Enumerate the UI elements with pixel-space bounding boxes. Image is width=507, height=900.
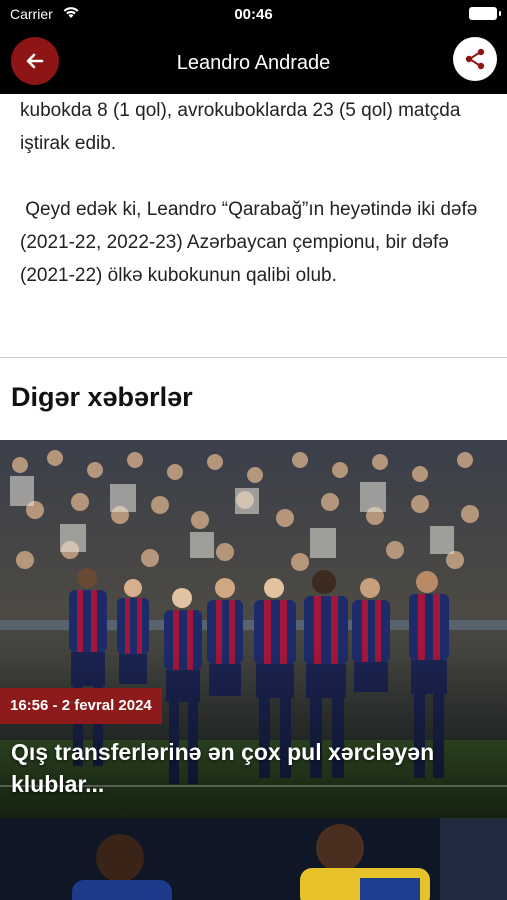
- battery-icon: [469, 7, 501, 20]
- article-paragraph: kubokda 8 (1 qol), avrokuboklarda 23 (5 …: [20, 100, 461, 154]
- news-date-badge: 16:56 - 2 fevral 2024: [0, 688, 162, 724]
- article-paragraph-text: Qeyd edək ki, Leandro “Qarabağ”ın heyəti…: [20, 199, 478, 286]
- share-button[interactable]: [453, 37, 497, 81]
- top-bar: Carrier 00:46 Leandro Andrade: [0, 0, 507, 94]
- section-title: Digər xəbərlər: [11, 382, 193, 412]
- news-photo: [0, 818, 507, 900]
- article-body: kubokda 8 (1 qol), avrokuboklarda 23 (5 …: [20, 94, 490, 292]
- news-headline[interactable]: Qış transferlərinə ən çox pul xərcləyən …: [11, 736, 481, 800]
- status-bar: Carrier 00:46: [0, 0, 507, 30]
- share-icon: [465, 48, 485, 70]
- divider: [0, 357, 507, 358]
- page-title: Leandro Andrade: [176, 52, 331, 74]
- news-card-next[interactable]: [0, 818, 507, 900]
- article-paragraph: Qeyd edək ki, Leandro “Qarabağ”ın heyəti…: [20, 193, 490, 292]
- status-time: 00:46: [234, 6, 273, 23]
